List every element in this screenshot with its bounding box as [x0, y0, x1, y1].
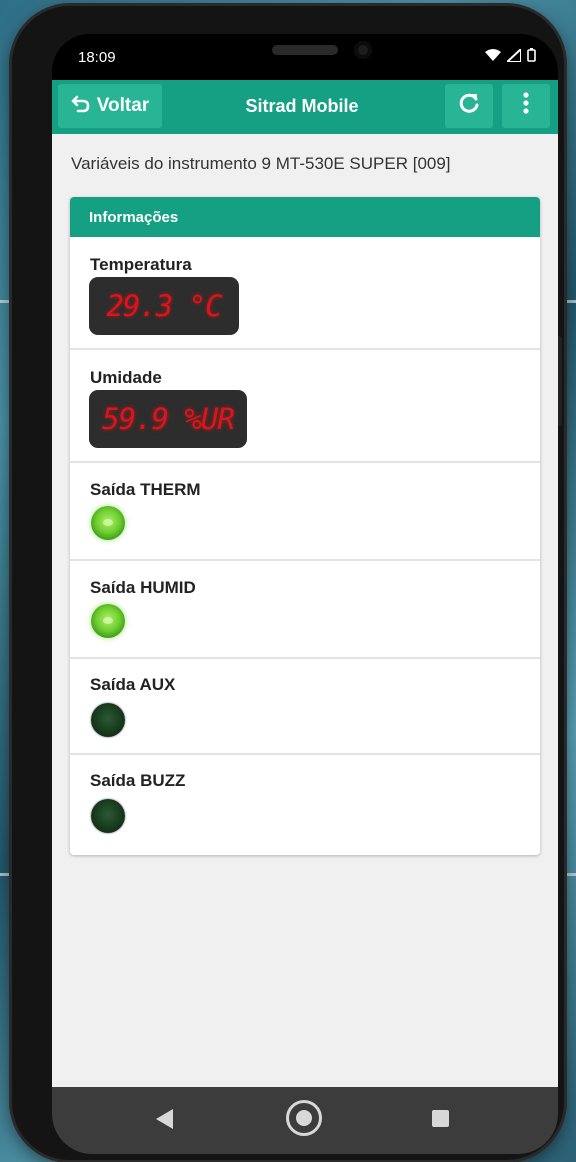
output-label: Saída AUX [90, 675, 176, 694]
led-on-icon [91, 506, 125, 540]
back-triangle-icon[interactable] [156, 1109, 173, 1129]
output-row-buzz: Saída BUZZ [70, 755, 540, 853]
system-nav-bar [52, 1087, 558, 1154]
variable-label: Umidade [90, 368, 162, 387]
output-label: Saída THERM [90, 480, 201, 499]
status-bar: 18:09 [52, 34, 558, 80]
recent-square-icon[interactable] [432, 1110, 449, 1127]
refresh-icon [457, 91, 481, 122]
output-row-therm: Saída THERM [70, 463, 540, 561]
output-label: Saída HUMID [90, 578, 196, 597]
overflow-menu-button[interactable] [502, 84, 550, 128]
refresh-button[interactable] [445, 84, 493, 128]
output-row-humid: Saída HUMID [70, 561, 540, 659]
battery-icon [527, 48, 536, 65]
status-icons [485, 46, 536, 65]
page-heading: Variáveis do instrumento 9 MT-530E SUPER… [71, 154, 451, 173]
back-button-label: Voltar [96, 95, 150, 116]
signal-icon [504, 46, 522, 65]
earpiece-speaker [272, 45, 338, 55]
phone-frame: 18:09 Voltar Sitrad Mobile Variáveis do … [12, 6, 564, 1160]
app-toolbar: Voltar Sitrad Mobile [52, 80, 558, 134]
led-off-icon [91, 799, 125, 833]
variable-row-humidity: Umidade 59.9 %UR [70, 350, 540, 463]
variable-label: Temperatura [90, 255, 192, 274]
phone-screen: 18:09 Voltar Sitrad Mobile Variáveis do … [52, 34, 558, 1154]
variable-row-temperature: Temperatura 29.3 °C [70, 237, 540, 350]
front-camera [354, 41, 372, 59]
info-panel: Informações Temperatura 29.3 °C Umidade … [70, 197, 540, 855]
app-title: Sitrad Mobile [245, 96, 359, 116]
led-on-icon [91, 604, 125, 638]
output-row-aux: Saída AUX [70, 659, 540, 755]
temperature-display: 29.3 °C [89, 277, 239, 335]
humidity-display: 59.9 %UR [89, 390, 247, 448]
more-vertical-icon [523, 91, 529, 122]
led-off-icon [91, 703, 125, 737]
back-button[interactable]: Voltar [58, 84, 162, 128]
output-label: Saída BUZZ [90, 771, 186, 790]
content-area: Variáveis do instrumento 9 MT-530E SUPER… [52, 134, 558, 1087]
home-circle-icon[interactable] [286, 1100, 322, 1136]
panel-header: Informações [70, 197, 540, 237]
status-time: 18:09 [78, 49, 116, 66]
wifi-icon [485, 49, 501, 64]
undo-arrow-icon [71, 93, 91, 119]
